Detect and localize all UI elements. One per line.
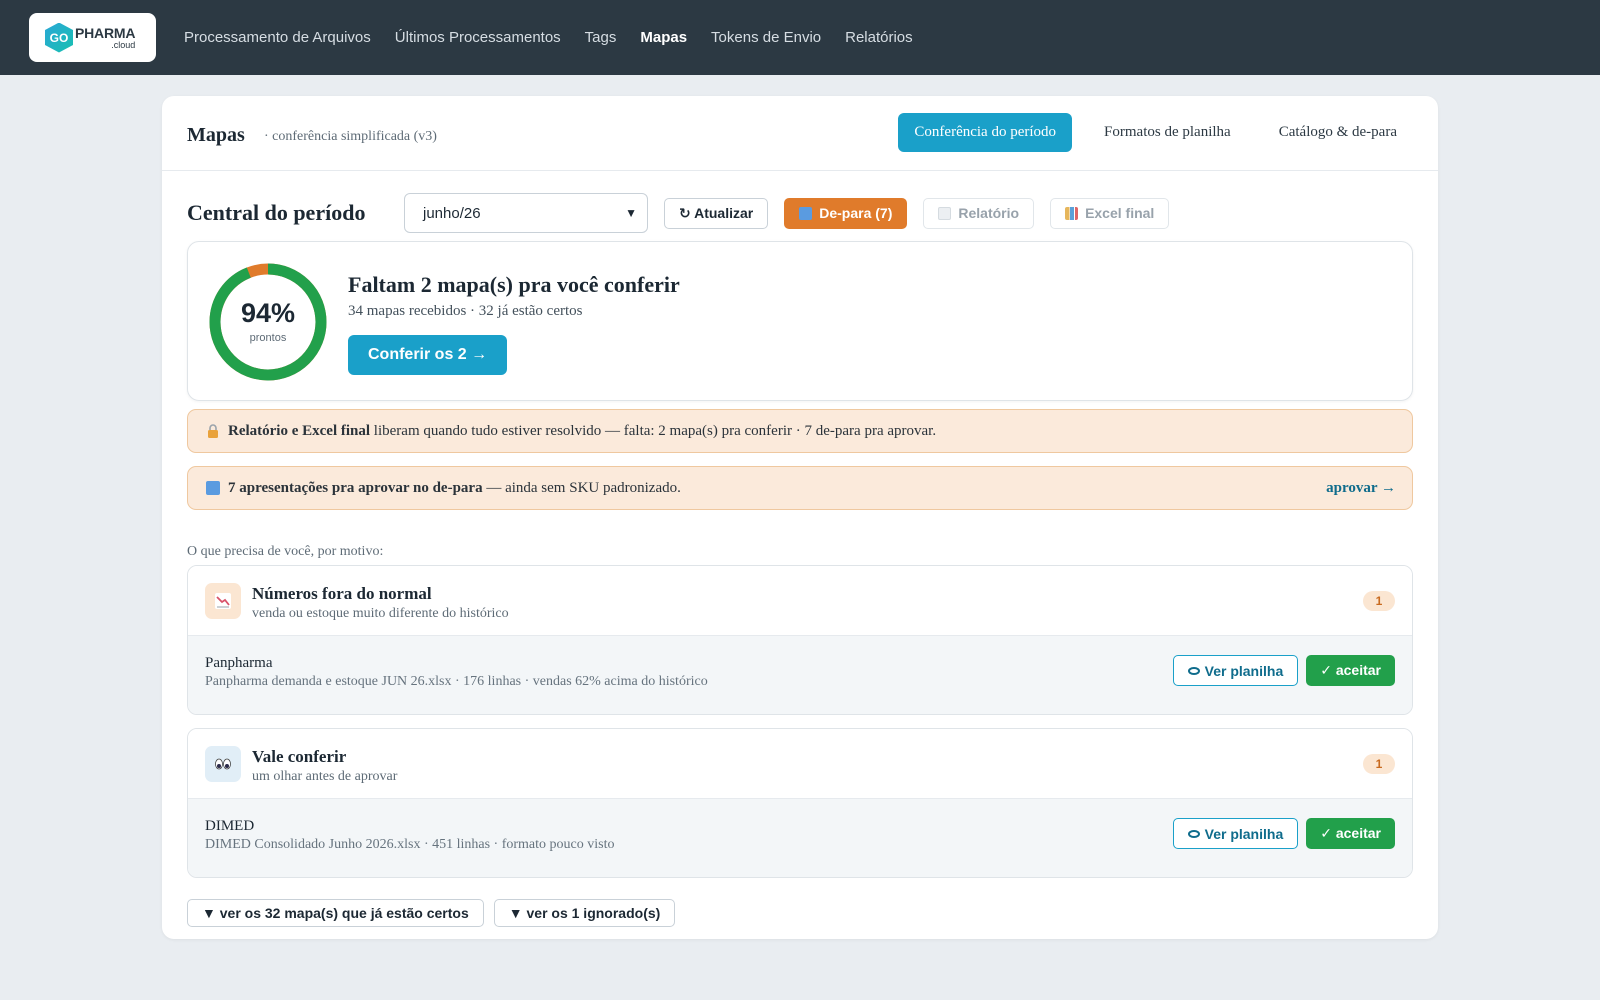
page-title: Mapas bbox=[187, 124, 245, 146]
reason-group-title: Números fora do normal bbox=[252, 584, 432, 603]
depara-button-label: De-para (7) bbox=[819, 205, 893, 221]
reason-group-subtitle: venda ou estoque muito diferente do hist… bbox=[252, 606, 509, 621]
report-button[interactable]: Relatório bbox=[923, 197, 1035, 229]
depara-alert: 7 apresentações pra aprovar no de-para —… bbox=[187, 466, 1413, 510]
review-button[interactable]: Conferir os 2 → bbox=[348, 335, 508, 375]
nav-item-relatorios[interactable]: Relatórios bbox=[845, 29, 913, 46]
nav-item-tokens[interactable]: Tokens de Envio bbox=[711, 29, 821, 46]
main-card: Mapas · conferência simplificada (v3) Co… bbox=[162, 96, 1438, 939]
excel-button-label: Excel final bbox=[1085, 205, 1155, 221]
eyes-icon bbox=[205, 746, 241, 782]
logo-badge: GO bbox=[49, 30, 69, 45]
reason-group-outliers: Números fora do normal venda ou estoque … bbox=[187, 565, 1413, 715]
donut-label: 94% prontos bbox=[208, 262, 328, 382]
depara-button[interactable]: De-para (7) bbox=[784, 197, 908, 229]
app-logo[interactable]: GO PHARMA .cloud bbox=[29, 13, 156, 62]
card-header: Mapas · conferência simplificada (v3) Co… bbox=[162, 96, 1438, 171]
report-button-label: Relatório bbox=[958, 205, 1020, 221]
view-sheet-label: Ver planilha bbox=[1204, 825, 1284, 842]
tab-catalogo[interactable]: Catálogo & de-para bbox=[1263, 113, 1413, 152]
reason-group-title: Vale conferir bbox=[252, 747, 347, 766]
chart-down-icon bbox=[205, 583, 241, 619]
page-subtitle: · conferência simplificada (v3) bbox=[264, 129, 437, 144]
accept-button[interactable]: ✓ aceitar bbox=[1306, 818, 1395, 849]
logo-hexagon-icon: GO bbox=[45, 22, 73, 53]
view-sheet-button[interactable]: Ver planilha bbox=[1172, 818, 1299, 849]
reasons-label: O que precisa de você, por motivo: bbox=[187, 544, 384, 559]
nav-item-tags[interactable]: Tags bbox=[585, 29, 617, 46]
reason-group-header[interactable]: Vale conferir um olhar antes de aprovar … bbox=[188, 729, 1412, 799]
summary-subtitle: 34 mapas recebidos · 32 já estão certos bbox=[348, 303, 583, 319]
period-select-value: junho/26 bbox=[423, 204, 481, 222]
distributor-name: DIMED bbox=[205, 818, 255, 834]
reason-group-header[interactable]: Números fora do normal venda ou estoque … bbox=[188, 566, 1412, 636]
count-badge: 1 bbox=[1363, 754, 1395, 774]
depara-alert-bold: 7 apresentações pra aprovar no de-para bbox=[228, 479, 483, 496]
nav-item-processamento[interactable]: Processamento de Arquivos bbox=[184, 29, 371, 46]
progress-summary: 94% prontos Faltam 2 mapa(s) pra você co… bbox=[187, 241, 1413, 401]
file-meta: Panpharma demanda e estoque JUN 26.xlsx … bbox=[205, 674, 708, 689]
view-sheet-button[interactable]: Ver planilha bbox=[1172, 655, 1299, 686]
bar-chart-icon bbox=[1065, 206, 1079, 220]
progress-percent: 94% bbox=[240, 298, 296, 328]
footer-toggles: ▼ ver os 32 mapa(s) que já estão certos … bbox=[187, 899, 676, 927]
tabs: Conferência do período Formatos de plani… bbox=[898, 113, 1413, 152]
list-item: Panpharma Panpharma demanda e estoque JU… bbox=[188, 636, 1412, 714]
summary-title: Faltam 2 mapa(s) pra você conferir bbox=[348, 272, 680, 297]
accept-button[interactable]: ✓ aceitar bbox=[1306, 655, 1395, 686]
period-select[interactable]: junho/26 ▼ bbox=[404, 193, 648, 233]
tab-formatos[interactable]: Formatos de planilha bbox=[1088, 113, 1247, 152]
show-ignored-toggle[interactable]: ▼ ver os 1 ignorado(s) bbox=[493, 899, 676, 927]
reason-group-worth-checking: Vale conferir um olhar antes de aprovar … bbox=[187, 728, 1413, 878]
excel-button[interactable]: Excel final bbox=[1050, 197, 1170, 229]
eye-icon bbox=[1187, 666, 1200, 675]
nav-item-mapas[interactable]: Mapas bbox=[640, 29, 687, 46]
list-item: DIMED DIMED Consolidado Junho 2026.xlsx … bbox=[188, 799, 1412, 877]
document-icon bbox=[938, 206, 952, 220]
logo-word: PHARMA bbox=[75, 24, 136, 41]
show-correct-toggle[interactable]: ▼ ver os 32 mapa(s) que já estão certos bbox=[187, 899, 484, 927]
progress-caption: prontos bbox=[249, 332, 287, 344]
abc-icon bbox=[799, 206, 813, 220]
abc-icon bbox=[206, 481, 220, 495]
main-nav: Processamento de Arquivos Últimos Proces… bbox=[184, 0, 913, 75]
depara-alert-text: — ainda sem SKU padronizado. bbox=[482, 479, 681, 496]
count-badge: 1 bbox=[1363, 591, 1395, 611]
lock-alert-bold: Relatório e Excel final bbox=[228, 422, 371, 439]
period-toolbar: Central do período junho/26 ▼ ↻ Atualiza… bbox=[187, 193, 1170, 233]
refresh-button[interactable]: ↻ Atualizar bbox=[664, 197, 769, 229]
period-title: Central do período bbox=[187, 200, 366, 225]
view-sheet-label: Ver planilha bbox=[1204, 662, 1284, 679]
approve-link[interactable]: aprovar → bbox=[1326, 480, 1396, 497]
top-navbar: GO PHARMA .cloud Processamento de Arquiv… bbox=[0, 0, 1600, 75]
tab-conferencia[interactable]: Conferência do período bbox=[898, 113, 1073, 152]
eye-icon bbox=[1187, 829, 1200, 838]
lock-alert: Relatório e Excel final liberam quando t… bbox=[187, 409, 1413, 453]
distributor-name: Panpharma bbox=[205, 655, 273, 671]
reason-group-subtitle: um olhar antes de aprovar bbox=[252, 769, 398, 784]
nav-item-ultimos-processamentos[interactable]: Últimos Processamentos bbox=[395, 29, 561, 46]
logo-sub: .cloud bbox=[111, 39, 136, 50]
chevron-down-icon: ▼ bbox=[625, 206, 637, 220]
file-meta: DIMED Consolidado Junho 2026.xlsx · 451 … bbox=[205, 837, 615, 852]
lock-alert-text: liberam quando tudo estiver resolvido — … bbox=[370, 422, 937, 439]
lock-icon bbox=[206, 424, 220, 438]
